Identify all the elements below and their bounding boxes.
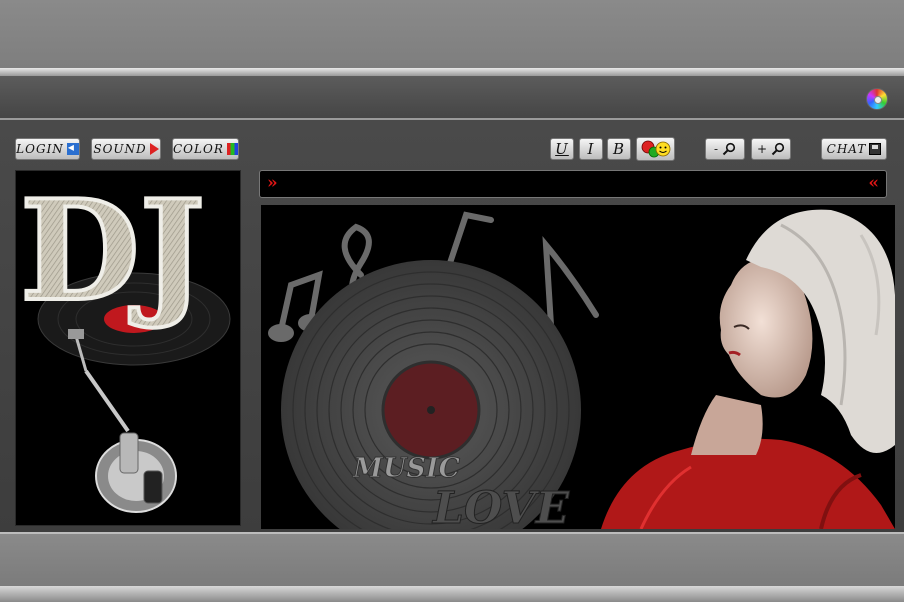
underline-button[interactable]: U bbox=[550, 138, 574, 160]
dj-logo-text: DJ bbox=[20, 171, 205, 332]
banner-image: MUSIC LOVE bbox=[268, 209, 895, 529]
marquee-bar: » « bbox=[259, 170, 887, 198]
color-label: COLOR bbox=[173, 142, 224, 156]
dj-logo-image: DJ bbox=[18, 171, 231, 513]
chat-button[interactable]: CHAT bbox=[821, 138, 887, 160]
marquee-right-arrow: « bbox=[868, 173, 879, 193]
bottom-divider bbox=[0, 586, 904, 602]
bold-button[interactable]: B bbox=[607, 138, 631, 160]
magnifier-icon bbox=[771, 142, 785, 156]
zoom-in-button[interactable]: + bbox=[751, 138, 791, 160]
zoom-in-label: + bbox=[756, 142, 769, 156]
emoticons-button[interactable] bbox=[636, 137, 675, 161]
login-arrow-icon bbox=[66, 140, 79, 155]
zoom-out-button[interactable]: - bbox=[705, 138, 745, 160]
top-divider bbox=[0, 68, 904, 76]
bottom-band bbox=[0, 532, 904, 590]
sound-label: SOUND bbox=[93, 142, 147, 156]
smiley-icon bbox=[641, 140, 670, 158]
zoom-out-label: - bbox=[713, 142, 720, 156]
bold-label: B bbox=[612, 140, 626, 158]
login-button[interactable]: LOGIN bbox=[15, 138, 80, 160]
magnifier-icon bbox=[722, 142, 736, 156]
underline-label: U bbox=[555, 140, 569, 158]
color-button[interactable]: COLOR bbox=[172, 138, 239, 160]
cd-icon[interactable] bbox=[866, 88, 888, 110]
italic-label: I bbox=[587, 140, 595, 158]
color-swatch-icon bbox=[226, 143, 238, 155]
chat-label: CHAT bbox=[826, 142, 867, 156]
banner-love-text: LOVE bbox=[431, 483, 571, 529]
header-bar bbox=[0, 76, 904, 120]
music-love-banner: MUSIC LOVE bbox=[261, 205, 895, 529]
login-label: LOGIN bbox=[16, 142, 64, 156]
dj-logo-panel: DJ bbox=[15, 170, 241, 526]
top-band bbox=[0, 0, 904, 69]
banner-music-text: MUSIC bbox=[352, 453, 461, 484]
speaker-icon bbox=[149, 143, 159, 155]
floppy-disk-icon bbox=[869, 143, 882, 155]
marquee-left-arrow: » bbox=[267, 173, 278, 193]
italic-button[interactable]: I bbox=[579, 138, 603, 160]
sound-button[interactable]: SOUND bbox=[91, 138, 161, 160]
